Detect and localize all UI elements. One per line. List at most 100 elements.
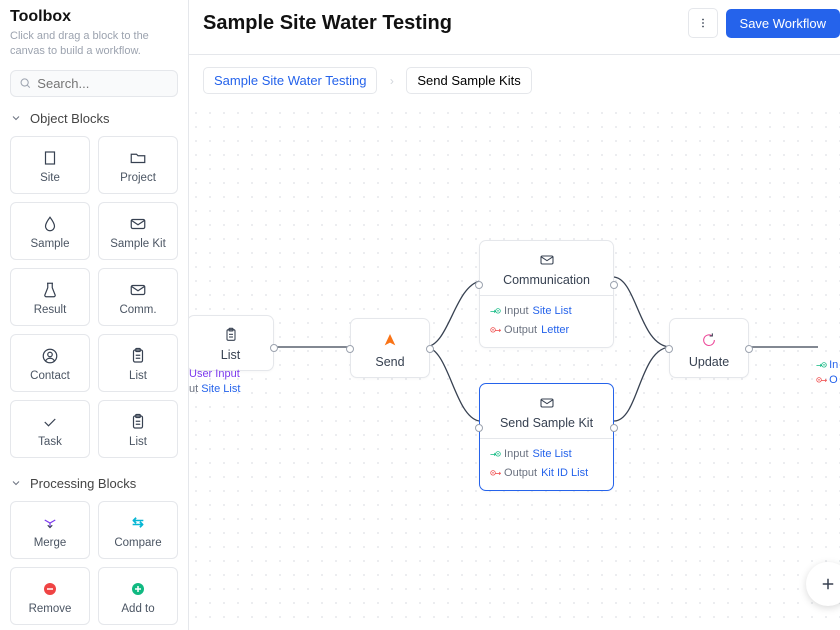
breadcrumb: Sample Site Water Testing › Send Sample … <box>189 55 840 106</box>
more-menu-button[interactable] <box>688 8 718 38</box>
send-icon <box>382 332 398 348</box>
block-label: Remove <box>29 603 72 615</box>
block-label: Compare <box>114 537 161 549</box>
output-value[interactable]: Kit ID List <box>541 464 588 483</box>
clipboard-icon <box>129 347 147 365</box>
node-output-port[interactable] <box>745 345 753 353</box>
node-list[interactable]: List <box>189 315 274 371</box>
block-compare[interactable]: ⇆ Compare <box>98 501 178 559</box>
block-label: Sample Kit <box>110 238 166 250</box>
block-label: Site <box>40 172 60 184</box>
input-value[interactable]: Site List <box>533 445 572 464</box>
merge-icon <box>41 514 59 532</box>
add-icon <box>129 580 147 598</box>
block-label: Sample <box>31 238 70 250</box>
toolbox-title: Toolbox <box>10 8 178 26</box>
node-output-port[interactable] <box>270 344 278 352</box>
toolbox-sidebar: Toolbox Click and drag a block to the ca… <box>0 0 189 630</box>
block-list[interactable]: List <box>98 334 178 392</box>
object-blocks-header[interactable]: Object Blocks <box>10 111 178 126</box>
user-input-label: User Input <box>189 368 240 380</box>
node-input-port[interactable] <box>475 424 483 432</box>
block-label: List <box>129 370 147 382</box>
node-input-port[interactable] <box>475 281 483 289</box>
block-label: Contact <box>30 370 70 382</box>
output-value[interactable]: Letter <box>541 321 569 340</box>
ghost-output: ⊙→ O <box>816 374 838 386</box>
node-update[interactable]: Update <box>669 318 749 378</box>
main-area: Sample Site Water Testing Save Workflow … <box>189 0 840 630</box>
plus-icon <box>819 575 837 593</box>
block-comm[interactable]: Comm. <box>98 268 178 326</box>
node-output-port[interactable] <box>610 424 618 432</box>
block-label: Comm. <box>119 304 156 316</box>
drop-icon <box>41 215 59 233</box>
node-input-port[interactable] <box>665 345 673 353</box>
check-icon <box>41 413 59 431</box>
input-arrow-icon: →⊙ <box>490 303 500 320</box>
block-merge[interactable]: Merge <box>10 501 90 559</box>
mail-icon <box>539 252 555 268</box>
user-circle-icon <box>41 347 59 365</box>
site-list-ghost: ut Site List <box>189 383 240 395</box>
node-send-sample-kit[interactable]: Send Sample Kit →⊙ Input Site List ⊙→ Ou… <box>479 383 614 491</box>
block-sample-kit[interactable]: Sample Kit <box>98 202 178 260</box>
processing-blocks-header[interactable]: Processing Blocks <box>10 476 178 491</box>
node-communication[interactable]: Communication →⊙ Input Site List ⊙→ Outp… <box>479 240 614 348</box>
building-icon <box>41 149 59 167</box>
breadcrumb-item-root[interactable]: Sample Site Water Testing <box>203 67 377 94</box>
block-label: List <box>129 436 147 448</box>
dots-vertical-icon <box>696 16 710 30</box>
block-label: Project <box>120 172 156 184</box>
mail-icon <box>539 395 555 411</box>
chevron-down-icon <box>10 477 22 489</box>
node-input-port[interactable] <box>346 345 354 353</box>
clipboard-icon <box>223 327 239 343</box>
input-arrow-icon: →⊙ <box>490 446 500 463</box>
workflow-canvas[interactable]: List User Input ut Site List Send Commun… <box>189 106 840 630</box>
topbar: Sample Site Water Testing Save Workflow <box>189 0 840 55</box>
input-value[interactable]: Site List <box>533 302 572 321</box>
block-label: Merge <box>34 537 67 549</box>
topbar-actions: Save Workflow <box>688 8 840 38</box>
chevron-down-icon <box>10 112 22 124</box>
object-blocks-label: Object Blocks <box>30 111 109 126</box>
search-input[interactable] <box>37 76 169 91</box>
clipboard-icon <box>129 413 147 431</box>
block-list-2[interactable]: List <box>98 400 178 458</box>
node-output-port[interactable] <box>610 281 618 289</box>
output-arrow-icon: ⊙→ <box>490 465 500 482</box>
block-result[interactable]: Result <box>10 268 90 326</box>
page-title: Sample Site Water Testing <box>203 12 452 35</box>
search-field-wrapper[interactable] <box>10 70 178 97</box>
block-site[interactable]: Site <box>10 136 90 194</box>
ghost-input: →⊙ In <box>816 359 838 371</box>
processing-blocks-grid: Merge ⇆ Compare Remove Add to Update Sen… <box>10 501 178 630</box>
remove-icon <box>41 580 59 598</box>
save-button[interactable]: Save Workflow <box>726 9 840 38</box>
add-fab-button[interactable] <box>806 562 840 606</box>
node-send[interactable]: Send <box>350 318 430 378</box>
block-add-to[interactable]: Add to <box>98 567 178 625</box>
node-title: List <box>221 348 240 362</box>
mail-icon <box>129 215 147 233</box>
update-icon <box>701 332 717 348</box>
folder-icon <box>129 149 147 167</box>
output-arrow-icon: ⊙→ <box>490 322 500 339</box>
block-contact[interactable]: Contact <box>10 334 90 392</box>
block-sample[interactable]: Sample <box>10 202 90 260</box>
node-title: Update <box>689 355 729 369</box>
compare-icon: ⇆ <box>132 513 144 533</box>
node-body: →⊙ Input Site List ⊙→ Output Kit ID List <box>480 438 613 490</box>
block-remove[interactable]: Remove <box>10 567 90 625</box>
breadcrumb-item-current[interactable]: Send Sample Kits <box>406 67 531 94</box>
block-task[interactable]: Task <box>10 400 90 458</box>
node-output-port[interactable] <box>426 345 434 353</box>
node-title: Send <box>375 355 404 369</box>
toolbox-subtitle: Click and drag a block to the canvas to … <box>10 29 178 60</box>
block-project[interactable]: Project <box>98 136 178 194</box>
flask-icon <box>41 281 59 299</box>
block-label: Add to <box>121 603 154 615</box>
search-icon <box>19 76 31 90</box>
chevron-right-icon: › <box>382 74 402 88</box>
